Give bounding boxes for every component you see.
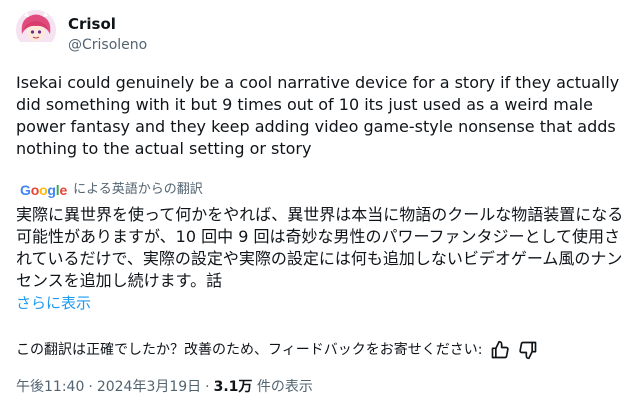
translation-feedback: この翻訳は正確でしたか？改善のため、フィードバックをお寄せください: <box>16 340 626 360</box>
show-more-link[interactable]: さらに表示 <box>16 293 91 313</box>
author-handle[interactable]: @Crisoleno <box>68 36 147 54</box>
thumbs-down-icon[interactable] <box>518 340 538 360</box>
views-count: 3.1万 <box>213 379 253 395</box>
thumbs-up-icon[interactable] <box>490 340 510 360</box>
tweet-date[interactable]: 2024年3月19日 <box>97 379 201 395</box>
translated-text: 実際に異世界を使って何かをやれば、異世界は本当に物語のクールな物語装置になる可能… <box>16 205 624 290</box>
translation-attribution: Google による英語からの翻訳 <box>20 181 203 199</box>
tweet-text: Isekai could genuinely be a cool narrati… <box>16 73 620 158</box>
meta-separator: · <box>205 379 210 395</box>
views-label: 件の表示 <box>256 379 313 395</box>
tweet-time[interactable]: 午後11:40 <box>16 379 84 395</box>
google-logo: Google <box>20 182 68 198</box>
tweet-meta: 午後11:40 · 2024年3月19日 · 3.1万 件の表示 <box>16 378 313 396</box>
translation-label: による英語からの翻訳 <box>73 182 203 197</box>
author-name[interactable]: Crisol <box>68 15 116 33</box>
avatar[interactable] <box>16 10 56 50</box>
meta-separator: · <box>88 379 93 395</box>
feedback-question: この翻訳は正確でしたか？改善のため、フィードバックをお寄せください: <box>16 342 483 358</box>
